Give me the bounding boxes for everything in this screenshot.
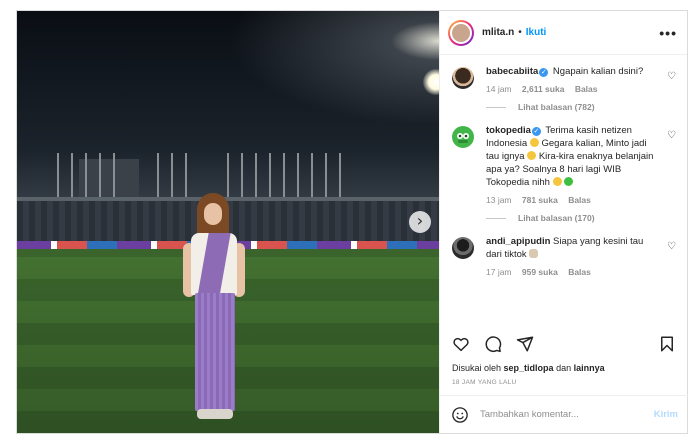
comment-meta: 14 jam 2,611 suka Balas xyxy=(486,84,660,94)
share-icon[interactable] xyxy=(514,333,536,355)
comment-text: babecabiita ✓ Ngapain kalian dsini? xyxy=(486,65,660,78)
liked-by-others[interactable]: lainnya xyxy=(574,363,605,373)
replies-divider xyxy=(486,106,506,108)
comment-item: babecabiita ✓ Ngapain kalian dsini? 14 ja… xyxy=(440,55,688,112)
comment-time: 13 jam xyxy=(486,195,512,205)
reply-button[interactable]: Balas xyxy=(568,195,591,205)
chevron-right-icon[interactable]: › xyxy=(409,211,431,233)
comment-composer: Kirim xyxy=(440,395,688,433)
post-side-panel: mlita.n • Ikuti ••• babecabiita ✓ Ngapain… xyxy=(439,11,688,433)
heart-icon[interactable]: ♡ xyxy=(667,130,676,141)
woman-in-traditional-dress xyxy=(177,193,257,433)
view-replies[interactable]: Lihat balasan (782) xyxy=(486,102,660,112)
comment-meta: 13 jam 781 suka Balas xyxy=(486,195,660,205)
post-card: › mlita.n • Ikuti ••• babecabiita ✓ Ngapa… xyxy=(16,10,688,434)
comment-username[interactable]: andi_apipudin xyxy=(486,236,550,247)
comment-likes[interactable]: 781 suka xyxy=(522,195,558,205)
comment-avatar[interactable] xyxy=(452,67,474,89)
separator-dot: • xyxy=(518,27,522,38)
liked-by-text: Disukai oleh sep_tidlopa dan lainnya xyxy=(452,363,605,373)
view-replies-label: Lihat balasan (170) xyxy=(518,213,595,223)
comment-icon[interactable] xyxy=(482,333,504,355)
replies-divider xyxy=(486,217,506,219)
comment-text: tokopedia ✓ Terima kasih netizen Indonesi… xyxy=(486,124,660,189)
comment-time: 14 jam xyxy=(486,84,512,94)
heart-icon[interactable] xyxy=(450,333,472,355)
action-bar xyxy=(440,331,688,357)
comment-meta: 17 jam 959 suka Balas xyxy=(486,267,660,277)
liked-by-conj: dan xyxy=(556,363,572,373)
comment-list: babecabiita ✓ Ngapain kalian dsini? 14 ja… xyxy=(440,55,688,331)
comment-input[interactable] xyxy=(480,409,630,420)
comment-username[interactable]: tokopedia xyxy=(486,125,531,136)
starstruck-emoji-icon xyxy=(529,138,539,147)
comment-body: Ngapain kalian dsini? xyxy=(552,66,644,77)
cry-laugh-emoji-icon xyxy=(552,177,562,186)
comment-username[interactable]: babecabiita xyxy=(486,66,538,77)
grin-emoji-icon xyxy=(527,151,537,160)
liked-by-prefix: Disukai oleh xyxy=(452,363,502,373)
bookmark-icon[interactable] xyxy=(656,333,678,355)
comment-text: andi_apipudin Siapa yang kesini tau dari… xyxy=(486,235,660,261)
heart-icon[interactable]: ♡ xyxy=(667,71,676,82)
verified-icon: ✓ xyxy=(531,127,541,136)
comment-likes[interactable]: 2,611 suka xyxy=(522,84,565,94)
comment-avatar[interactable] xyxy=(452,126,474,148)
comment-likes[interactable]: 959 suka xyxy=(522,267,558,277)
more-icon[interactable]: ••• xyxy=(659,25,677,41)
follow-button[interactable]: Ikuti xyxy=(526,27,547,38)
emoji-icon[interactable] xyxy=(450,405,470,425)
hand-emoji-icon xyxy=(529,249,539,258)
post-photo[interactable]: › xyxy=(17,11,439,433)
comment-item: andi_apipudin Siapa yang kesini tau dari… xyxy=(440,223,688,277)
reply-button[interactable]: Balas xyxy=(575,84,598,94)
post-header: mlita.n • Ikuti ••• xyxy=(440,11,687,55)
reply-button[interactable]: Balas xyxy=(568,267,591,277)
send-button[interactable]: Kirim xyxy=(654,409,678,420)
view-replies[interactable]: Lihat balasan (170) xyxy=(486,213,660,223)
liked-by-user[interactable]: sep_tidlopa xyxy=(504,363,554,373)
comment-time: 17 jam xyxy=(486,267,512,277)
post-username[interactable]: mlita.n xyxy=(482,27,514,38)
comment-avatar[interactable] xyxy=(452,237,474,259)
comment-item: tokopedia ✓ Terima kasih netizen Indonesi… xyxy=(440,112,688,223)
green-heart-icon xyxy=(564,177,574,186)
heart-icon[interactable]: ♡ xyxy=(667,241,676,252)
view-replies-label: Lihat balasan (782) xyxy=(518,102,595,112)
verified-icon: ✓ xyxy=(539,68,549,77)
post-timestamp[interactable]: 18 JAM YANG LALU xyxy=(452,379,517,386)
avatar[interactable] xyxy=(448,19,474,46)
